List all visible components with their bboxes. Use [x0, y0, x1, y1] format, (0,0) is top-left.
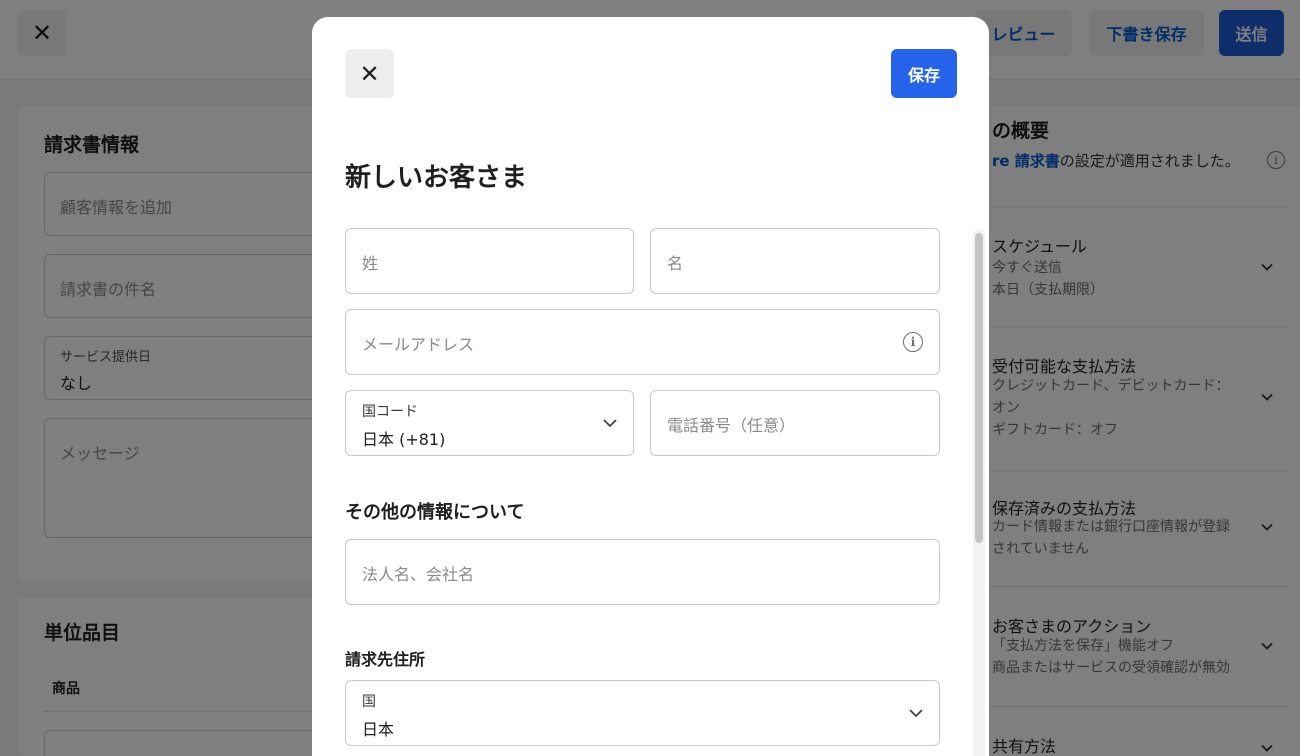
- first-name-placeholder: 名: [667, 254, 684, 273]
- country-select[interactable]: 国 日本: [345, 680, 940, 746]
- phone-placeholder: 電話番号（任意）: [667, 416, 796, 435]
- billing-address-heading: 請求先住所: [345, 650, 426, 669]
- scrollbar-thumb[interactable]: [975, 233, 983, 543]
- close-icon: ✕: [359, 59, 380, 88]
- modal-scrollbar[interactable]: [973, 229, 985, 756]
- country-code-value: 日本 (+81): [362, 430, 446, 449]
- last-name-placeholder: 姓: [362, 254, 379, 273]
- country-label: 国: [362, 694, 376, 710]
- chevron-down-icon: [909, 709, 923, 718]
- company-placeholder: 法人名、会社名: [362, 565, 475, 584]
- other-info-heading: その他の情報について: [345, 502, 525, 523]
- modal-title: 新しいお客さま: [345, 163, 528, 193]
- info-icon[interactable]: i: [903, 332, 923, 352]
- country-code-select[interactable]: 国コード 日本 (+81): [345, 390, 634, 456]
- email-input[interactable]: メールアドレス i: [345, 309, 940, 375]
- chevron-down-icon: [603, 419, 617, 428]
- last-name-input[interactable]: 姓: [345, 228, 634, 294]
- new-customer-modal: ✕ 保存 新しいお客さま 姓 名 メールアドレス i 国コード 日本 (+81)…: [312, 17, 989, 756]
- phone-input[interactable]: 電話番号（任意）: [650, 390, 940, 456]
- modal-close-button[interactable]: ✕: [345, 49, 394, 98]
- country-code-label: 国コード: [362, 404, 418, 420]
- country-value: 日本: [362, 720, 395, 739]
- save-button[interactable]: 保存: [891, 49, 957, 98]
- first-name-input[interactable]: 名: [650, 228, 940, 294]
- email-placeholder: メールアドレス: [362, 335, 475, 354]
- company-input[interactable]: 法人名、会社名: [345, 539, 940, 605]
